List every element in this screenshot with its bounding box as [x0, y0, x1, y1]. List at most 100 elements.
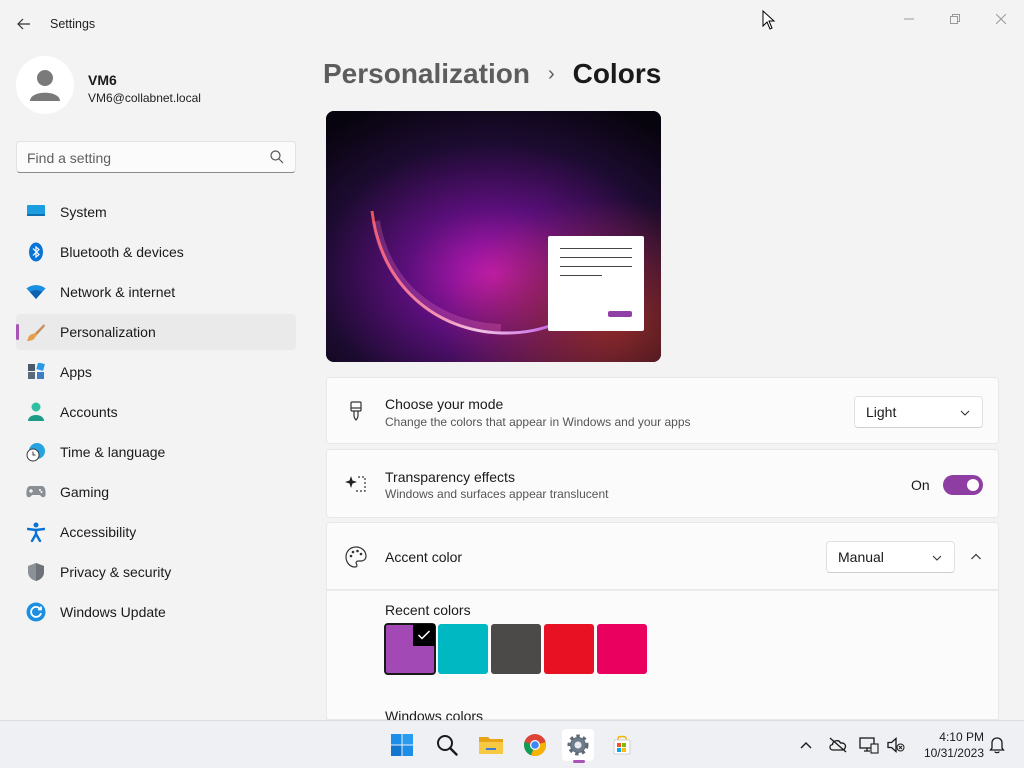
checkmark-icon — [413, 624, 435, 646]
volume-tray-icon[interactable] — [886, 735, 906, 755]
chevron-down-icon — [960, 410, 970, 416]
palette-icon — [345, 546, 367, 568]
minimize-button[interactable] — [886, 4, 932, 34]
sidebar-item-label: Privacy & security — [60, 564, 172, 580]
wifi-icon — [26, 282, 46, 302]
speaker-muted-icon — [887, 737, 905, 753]
mode-select[interactable]: Light — [854, 396, 983, 428]
apps-icon — [26, 362, 46, 382]
transparency-description: Windows and surfaces appear translucent — [385, 487, 609, 501]
show-hidden-icons-button[interactable] — [796, 735, 816, 755]
transparency-toggle[interactable] — [943, 475, 983, 495]
chevron-down-icon — [932, 555, 942, 561]
preview-line — [560, 257, 632, 258]
theme-preview — [326, 111, 661, 362]
clock-date: 10/31/2023 — [923, 746, 984, 760]
transparency-sparkle-icon — [345, 472, 367, 494]
recent-color-swatch[interactable] — [384, 623, 436, 675]
sidebar-item-accounts[interactable]: Accounts — [16, 394, 296, 430]
sidebar-item-label: Network & internet — [60, 284, 176, 300]
user-profile[interactable]: VM6 VM6@collabnet.local — [16, 56, 306, 120]
bluetooth-icon — [26, 242, 46, 262]
sidebar-item-label: Time & language — [60, 444, 166, 460]
sidebar-item-gaming[interactable]: Gaming — [16, 474, 296, 510]
search-icon[interactable] — [269, 149, 285, 165]
transparency-card: Transparency effects Windows and surface… — [326, 449, 999, 518]
sidebar-item-label: System — [60, 204, 107, 220]
sidebar-item-label: Personalization — [60, 324, 156, 340]
person-silhouette-icon — [30, 70, 60, 101]
accessibility-icon — [26, 522, 46, 542]
recent-color-swatch[interactable] — [597, 624, 647, 674]
cloud-offline-icon — [829, 737, 847, 753]
search-icon — [437, 735, 458, 756]
preview-window — [548, 236, 644, 331]
chrome-button[interactable] — [519, 729, 551, 761]
sidebar-item-accessibility[interactable]: Accessibility — [16, 514, 296, 550]
mode-title: Choose your mode — [385, 396, 504, 412]
file-explorer-button[interactable] — [475, 729, 507, 761]
network-tray-icon[interactable] — [859, 735, 879, 755]
sidebar-item-label: Gaming — [60, 484, 110, 500]
recent-color-swatch[interactable] — [491, 624, 541, 674]
recent-color-swatch[interactable] — [438, 624, 488, 674]
breadcrumb-parent[interactable]: Personalization — [323, 58, 530, 90]
restore-icon — [950, 14, 960, 24]
start-button[interactable] — [386, 729, 418, 761]
notifications-button[interactable] — [987, 735, 1007, 755]
sidebar-item-system[interactable]: System — [16, 194, 296, 230]
mouse-cursor-icon — [762, 10, 776, 30]
sidebar-item-apps[interactable]: Apps — [16, 354, 296, 390]
gear-icon — [567, 734, 589, 756]
store-button[interactable] — [606, 729, 638, 761]
sidebar-item-time-language[interactable]: Time & language — [16, 434, 296, 470]
sidebar-item-label: Apps — [60, 364, 92, 380]
network-monitor-icon — [859, 737, 879, 754]
transparency-state-label: On — [911, 477, 930, 493]
store-icon — [613, 735, 631, 755]
accent-select[interactable]: Manual — [826, 541, 955, 573]
minimize-icon — [904, 18, 914, 20]
sidebar-item-personalization[interactable]: Personalization — [16, 314, 296, 350]
sidebar-item-label: Bluetooth & devices — [60, 244, 184, 260]
recent-colors-label: Recent colors — [385, 602, 471, 618]
title-bar: Settings — [0, 0, 1024, 48]
sidebar-item-windows-update[interactable]: Windows Update — [16, 594, 296, 630]
sidebar-item-bluetooth[interactable]: Bluetooth & devices — [16, 234, 296, 270]
recent-color-swatch[interactable] — [544, 624, 594, 674]
taskbar-clock[interactable]: 4:10 PM 10/31/2023 — [914, 729, 984, 761]
avatar — [16, 56, 74, 114]
onedrive-tray-icon[interactable] — [828, 735, 848, 755]
accent-expanded-panel: Recent colors Windows colors — [326, 590, 999, 724]
settings-taskbar-button[interactable] — [562, 729, 594, 763]
search-box[interactable] — [16, 141, 296, 173]
sidebar-item-privacy[interactable]: Privacy & security — [16, 554, 296, 590]
clock-time: 4:10 PM — [939, 730, 984, 744]
restore-button[interactable] — [932, 4, 978, 34]
breadcrumb: Personalization › Colors — [323, 58, 661, 90]
chevron-up-icon — [800, 742, 812, 749]
taskbar-search-button[interactable] — [431, 729, 463, 761]
preview-line — [560, 275, 602, 276]
user-name: VM6 — [88, 72, 117, 88]
chevron-up-icon — [971, 553, 981, 560]
folder-icon — [479, 737, 503, 754]
close-icon — [996, 14, 1006, 24]
page-title: Colors — [572, 58, 662, 89]
transparency-title: Transparency effects — [385, 469, 515, 485]
back-button[interactable] — [10, 10, 38, 38]
toggle-knob — [967, 479, 979, 491]
update-icon — [26, 602, 46, 622]
recent-colors-list — [384, 623, 647, 675]
close-button[interactable] — [978, 4, 1024, 34]
search-input[interactable] — [27, 148, 262, 168]
taskbar: 4:10 PM 10/31/2023 — [0, 720, 1024, 768]
sidebar-item-network[interactable]: Network & internet — [16, 274, 296, 310]
sidebar-nav: System Bluetooth & devices Network & int… — [16, 194, 296, 634]
accent-collapse-button[interactable] — [961, 542, 991, 572]
arrow-left-icon — [17, 18, 30, 30]
shield-icon — [26, 562, 46, 582]
app-title: Settings — [50, 17, 96, 31]
mode-description: Change the colors that appear in Windows… — [385, 415, 691, 429]
breadcrumb-separator: › — [547, 62, 555, 85]
